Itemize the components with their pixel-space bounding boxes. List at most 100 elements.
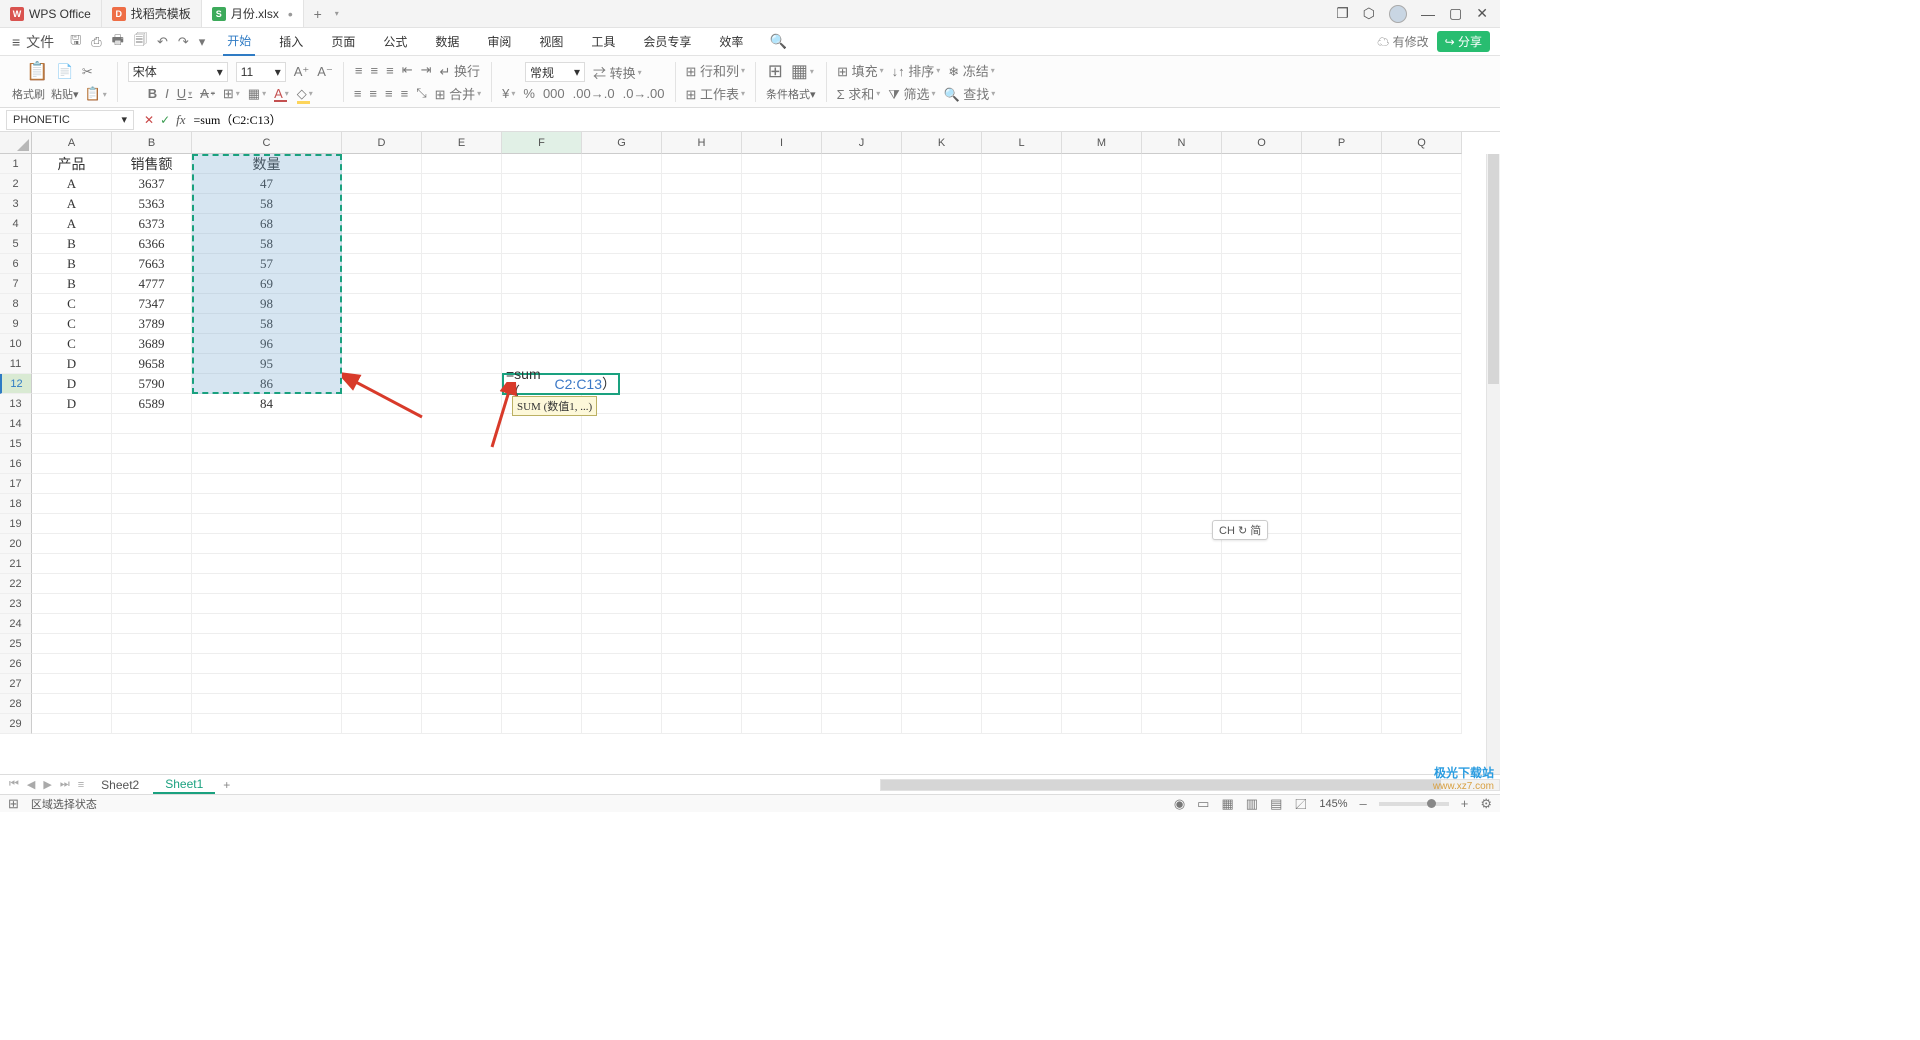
cell-P17[interactable] xyxy=(1302,474,1382,494)
cell-K1[interactable] xyxy=(902,154,982,174)
cell-Q3[interactable] xyxy=(1382,194,1462,214)
cell-H29[interactable] xyxy=(662,714,742,734)
cell-H16[interactable] xyxy=(662,454,742,474)
cell-H15[interactable] xyxy=(662,434,742,454)
cell-I15[interactable] xyxy=(742,434,822,454)
cell-O28[interactable] xyxy=(1222,694,1302,714)
hamburger-menu-icon[interactable]: ≡ xyxy=(12,34,20,50)
row-header-16[interactable]: 16 xyxy=(0,454,32,474)
cell-F27[interactable] xyxy=(502,674,582,694)
cell-C10[interactable]: 96 xyxy=(192,334,342,354)
cell-A25[interactable] xyxy=(32,634,112,654)
cell-A6[interactable]: B xyxy=(32,254,112,274)
orientation-icon[interactable]: ⤡ xyxy=(416,85,426,101)
cell-L7[interactable] xyxy=(982,274,1062,294)
cell-C8[interactable]: 98 xyxy=(192,294,342,314)
cell-K24[interactable] xyxy=(902,614,982,634)
select-all-corner[interactable] xyxy=(0,132,32,154)
italic-button[interactable]: I xyxy=(165,86,169,101)
cell-H28[interactable] xyxy=(662,694,742,714)
merge-button[interactable]: ⊞ 合并▾ xyxy=(435,84,482,103)
col-header-J[interactable]: J xyxy=(822,132,902,154)
cell-L15[interactable] xyxy=(982,434,1062,454)
cell-E20[interactable] xyxy=(422,534,502,554)
cell-E8[interactable] xyxy=(422,294,502,314)
cell-E4[interactable] xyxy=(422,214,502,234)
cell-P15[interactable] xyxy=(1302,434,1382,454)
cell-F22[interactable] xyxy=(502,574,582,594)
cell-G21[interactable] xyxy=(582,554,662,574)
zoom-out-button[interactable]: – xyxy=(1360,796,1367,811)
cell-L1[interactable] xyxy=(982,154,1062,174)
cell-H22[interactable] xyxy=(662,574,742,594)
cell-K8[interactable] xyxy=(902,294,982,314)
col-header-N[interactable]: N xyxy=(1142,132,1222,154)
cell-B11[interactable]: 9658 xyxy=(112,354,192,374)
cell-E2[interactable] xyxy=(422,174,502,194)
cell-M23[interactable] xyxy=(1062,594,1142,614)
cancel-formula-icon[interactable]: ✕ xyxy=(144,113,154,127)
print-icon[interactable]: ⎙ xyxy=(91,34,101,50)
font-family-select[interactable]: 宋体▾ xyxy=(128,62,228,82)
cells-grid[interactable]: 产品销售额数量A363747A536358A637368B636658B7663… xyxy=(32,154,1500,734)
row-header-17[interactable]: 17 xyxy=(0,474,32,494)
cell-P21[interactable] xyxy=(1302,554,1382,574)
row-header-2[interactable]: 2 xyxy=(0,174,32,194)
cut-button[interactable]: ✂ xyxy=(82,64,93,80)
cell-I20[interactable] xyxy=(742,534,822,554)
cell-O1[interactable] xyxy=(1222,154,1302,174)
cell-Q15[interactable] xyxy=(1382,434,1462,454)
cell-J17[interactable] xyxy=(822,474,902,494)
cell-M20[interactable] xyxy=(1062,534,1142,554)
cell-L28[interactable] xyxy=(982,694,1062,714)
cell-F16[interactable] xyxy=(502,454,582,474)
cell-P8[interactable] xyxy=(1302,294,1382,314)
cell-I7[interactable] xyxy=(742,274,822,294)
cell-K3[interactable] xyxy=(902,194,982,214)
cell-I10[interactable] xyxy=(742,334,822,354)
cell-B3[interactable]: 5363 xyxy=(112,194,192,214)
cell-I12[interactable] xyxy=(742,374,822,394)
underline-button[interactable]: U▾ xyxy=(177,86,192,101)
strikethrough-button[interactable]: A▾ xyxy=(200,86,215,101)
cell-K11[interactable] xyxy=(902,354,982,374)
cell-A13[interactable]: D xyxy=(32,394,112,414)
cell-H17[interactable] xyxy=(662,474,742,494)
cell-O3[interactable] xyxy=(1222,194,1302,214)
cell-E9[interactable] xyxy=(422,314,502,334)
cell-N28[interactable] xyxy=(1142,694,1222,714)
cell-G28[interactable] xyxy=(582,694,662,714)
cell-M27[interactable] xyxy=(1062,674,1142,694)
cell-E14[interactable] xyxy=(422,414,502,434)
cell-M16[interactable] xyxy=(1062,454,1142,474)
cell-D19[interactable] xyxy=(342,514,422,534)
cell-K2[interactable] xyxy=(902,174,982,194)
cell-J7[interactable] xyxy=(822,274,902,294)
rows-cols-button[interactable]: ⊞ 行和列▾ xyxy=(686,61,746,80)
add-sheet-button[interactable]: + xyxy=(217,778,236,792)
row-header-11[interactable]: 11 xyxy=(0,354,32,374)
col-header-B[interactable]: B xyxy=(112,132,192,154)
cell-J4[interactable] xyxy=(822,214,902,234)
cell-P14[interactable] xyxy=(1302,414,1382,434)
cell-O26[interactable] xyxy=(1222,654,1302,674)
indent-inc-icon[interactable]: ⇥ xyxy=(421,62,432,78)
cell-K27[interactable] xyxy=(902,674,982,694)
cell-I4[interactable] xyxy=(742,214,822,234)
cell-K21[interactable] xyxy=(902,554,982,574)
cell-N8[interactable] xyxy=(1142,294,1222,314)
cell-M28[interactable] xyxy=(1062,694,1142,714)
status-layout1-icon[interactable]: ▥ xyxy=(1246,796,1258,812)
cell-I2[interactable] xyxy=(742,174,822,194)
cell-C6[interactable]: 57 xyxy=(192,254,342,274)
cell-N4[interactable] xyxy=(1142,214,1222,234)
cell-B16[interactable] xyxy=(112,454,192,474)
cell-Q2[interactable] xyxy=(1382,174,1462,194)
cell-N2[interactable] xyxy=(1142,174,1222,194)
cell-Q17[interactable] xyxy=(1382,474,1462,494)
filter-button[interactable]: ⧩ 筛选▾ xyxy=(888,84,935,103)
cell-F8[interactable] xyxy=(502,294,582,314)
cell-D28[interactable] xyxy=(342,694,422,714)
cell-E15[interactable] xyxy=(422,434,502,454)
cell-E17[interactable] xyxy=(422,474,502,494)
